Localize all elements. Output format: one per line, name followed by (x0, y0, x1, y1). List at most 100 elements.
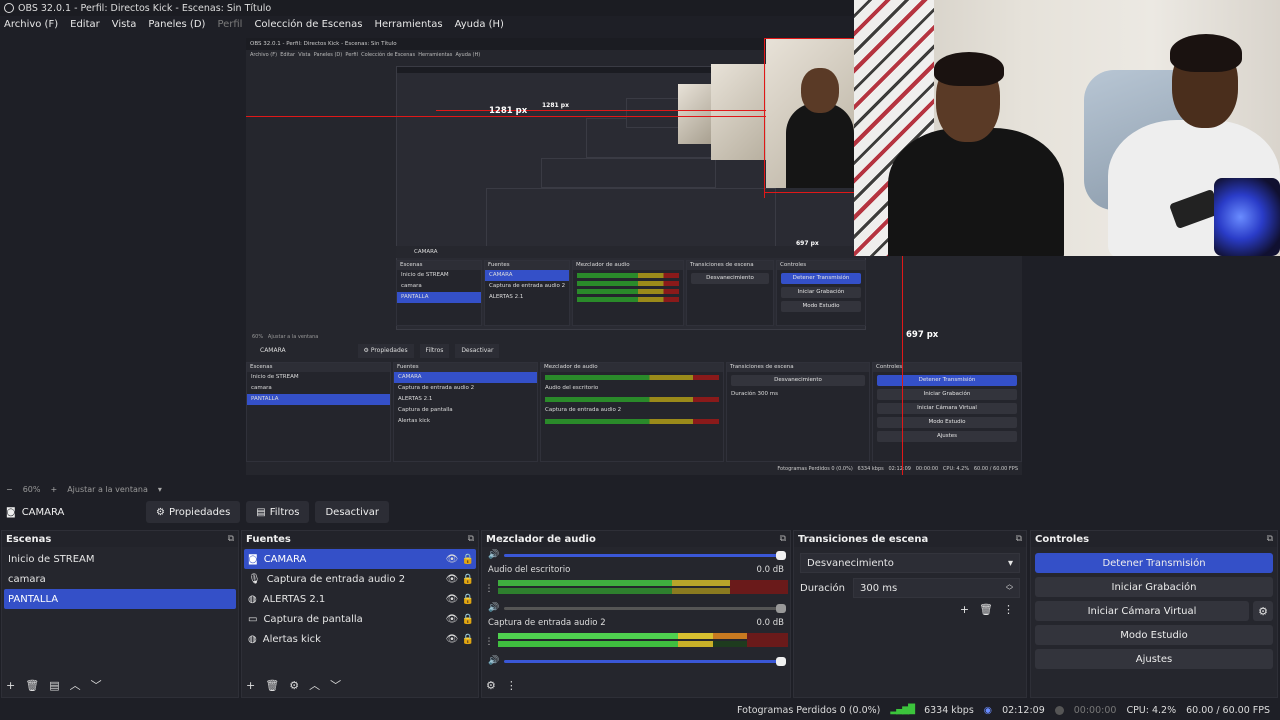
rgb-speaker (1214, 178, 1280, 256)
channel-menu-icon[interactable]: ⋮ (484, 584, 494, 594)
undock-icon[interactable]: ⧉ (228, 534, 234, 544)
volume-slider[interactable] (504, 656, 786, 666)
menu-editar[interactable]: Editar (70, 19, 100, 30)
nested-controls: Controles Detener Transmisión Iniciar Gra… (776, 260, 866, 326)
speaker-icon[interactable]: 🔊 (488, 550, 499, 560)
settings-button[interactable]: Ajustes (1035, 649, 1273, 669)
zoom-bar: − 60% + Ajustar a la ventana ▾ (0, 482, 1280, 496)
mixer-menu-icon[interactable]: ⋮ (506, 679, 517, 692)
nested-webcam-medium (711, 64, 766, 160)
nested-sources-0: Fuentes CAMARA Captura de entrada audio 2… (393, 362, 538, 462)
trash-icon[interactable]: 🗑 (265, 679, 279, 692)
speaker-icon[interactable]: 🔊 (488, 656, 499, 666)
speaker-icon[interactable]: 🔊 (488, 603, 499, 613)
menu-vista[interactable]: Vista (112, 19, 137, 30)
add-icon[interactable]: + (6, 679, 15, 692)
menu-ayuda[interactable]: Ayuda (H) (455, 19, 504, 30)
move-up-icon[interactable]: ︿ (70, 677, 81, 693)
volume-slider[interactable] (504, 550, 786, 560)
undock-icon[interactable]: ⧉ (1267, 534, 1273, 544)
nested-scenes: Escenas Inicio de STREAM camara PANTALLA (396, 260, 482, 326)
transition-menu-icon[interactable]: ⋮ (1003, 603, 1014, 616)
trash-icon[interactable]: 🗑 (25, 679, 39, 692)
eye-icon[interactable]: 👁 (444, 554, 460, 565)
undock-icon[interactable]: ⧉ (468, 534, 474, 544)
volume-slider[interactable] (504, 603, 786, 613)
record-icon (1054, 705, 1064, 715)
transitions-title: Transiciones de escena (798, 533, 929, 545)
menu-coleccion-escenas[interactable]: Colección de Escenas (254, 19, 362, 30)
studio-mode-button[interactable]: Modo Estudio (1035, 625, 1273, 645)
move-down-icon[interactable]: ﹀ (91, 677, 102, 693)
transitions-dock: Transiciones de escena ⧉ Desvanecimiento … (793, 530, 1027, 698)
lock-icon[interactable]: 🔒 (460, 614, 476, 625)
lock-icon[interactable]: 🔒 (460, 574, 476, 585)
channel-menu-icon[interactable]: ⋮ (484, 637, 494, 647)
lock-icon[interactable]: 🔒 (460, 554, 476, 565)
fps: 60.00 / 60.00 FPS (1186, 704, 1270, 716)
undock-icon[interactable]: ⧉ (1016, 534, 1022, 544)
zoom-out-icon[interactable]: − (6, 485, 13, 494)
menu-archivo[interactable]: Archivo (F) (4, 19, 58, 30)
eye-icon[interactable]: 👁 (444, 634, 460, 645)
move-up-icon[interactable]: ︿ (309, 677, 320, 693)
scene-item-selected[interactable]: PANTALLA (4, 589, 236, 609)
measure-label-v: 697 px (906, 330, 939, 340)
lock-icon[interactable]: 🔒 (460, 634, 476, 645)
gear-icon[interactable]: ⚙ (289, 679, 299, 692)
source-item-selected[interactable]: ◙ CAMARA 👁 🔒 (244, 549, 476, 569)
dropped-frames: Fotogramas Perdidos 0 (0.0%) (737, 704, 881, 716)
webcam-feed (854, 0, 1280, 256)
camera-icon: ◙ (248, 553, 258, 565)
undock-icon[interactable]: ⧉ (780, 534, 786, 544)
add-icon[interactable]: + (960, 603, 969, 616)
zoom-in-icon[interactable]: + (50, 485, 57, 494)
measure-line-horizontal (246, 116, 766, 117)
virtual-camera-settings-icon[interactable]: ⚙ (1253, 601, 1273, 621)
nested-mixer: Mezclador de audio (572, 260, 684, 326)
zoom-dropdown-icon[interactable]: ▾ (158, 485, 162, 494)
person-left-hair (934, 52, 1004, 86)
mixer-channel: Audio del escritorio 0.0 dB ⋮ 🔊 (484, 565, 788, 614)
eye-icon[interactable]: 👁 (444, 614, 460, 625)
properties-button[interactable]: ⚙ Propiedades (146, 501, 241, 523)
advanced-audio-icon[interactable]: ⚙ (486, 679, 496, 692)
signal-bars-icon: ▂▄▆█ (890, 705, 915, 715)
start-recording-button[interactable]: Iniciar Grabación (1035, 577, 1273, 597)
gear-icon: ⚙ (156, 506, 165, 518)
trash-icon[interactable]: 🗑 (979, 603, 993, 616)
menu-bar: Archivo (F) Editar Vista Paneles (D) Per… (0, 16, 860, 32)
stop-stream-button[interactable]: Detener Transmisión (1035, 553, 1273, 573)
filter-icon[interactable]: ▤ (49, 679, 59, 692)
source-item[interactable]: ◍ Alertas kick 👁 🔒 (244, 629, 476, 649)
eye-icon[interactable]: 👁 (444, 574, 460, 585)
record-time: 00:00:00 (1073, 704, 1117, 716)
deactivate-button[interactable]: Desactivar (315, 501, 390, 523)
duration-spinbox[interactable]: 300 ms ︿ ﹀ (853, 578, 1020, 598)
transition-select[interactable]: Desvanecimiento ▾ (800, 553, 1020, 573)
scene-item[interactable]: camara (4, 569, 236, 589)
spin-arrows-icon[interactable]: ︿ ﹀ (1006, 581, 1013, 595)
nested-docks-2 (486, 188, 776, 248)
add-icon[interactable]: + (246, 679, 255, 692)
window-title: OBS 32.0.1 - Perfil: Directos Kick - Esc… (18, 2, 272, 14)
duration-label: Duración (800, 582, 846, 594)
globe-icon: ◍ (248, 633, 257, 645)
filters-button[interactable]: ▤ Filtros (246, 501, 310, 523)
source-item[interactable]: 🎙 Captura de entrada audio 2 👁 🔒 (244, 569, 476, 589)
scene-item[interactable]: Inicio de STREAM (4, 549, 236, 569)
source-item[interactable]: ▭ Captura de pantalla 👁 🔒 (244, 609, 476, 629)
current-source: ◙ CAMARA (6, 507, 146, 518)
zoom-fit-label[interactable]: Ajustar a la ventana (67, 485, 148, 494)
eye-icon[interactable]: 👁 (444, 594, 460, 605)
level-meter (498, 578, 788, 600)
menu-paneles[interactable]: Paneles (D) (148, 19, 205, 30)
obs-logo-icon (4, 3, 14, 13)
start-virtual-camera-button[interactable]: Iniciar Cámara Virtual (1035, 601, 1249, 621)
menu-perfil[interactable]: Perfil (217, 19, 242, 30)
menu-herramientas[interactable]: Herramientas (374, 19, 442, 30)
lock-icon[interactable]: 🔒 (460, 594, 476, 605)
cpu-usage: CPU: 4.2% (1126, 704, 1177, 716)
move-down-icon[interactable]: ﹀ (330, 677, 341, 693)
source-item[interactable]: ◍ ALERTAS 2.1 👁 🔒 (244, 589, 476, 609)
